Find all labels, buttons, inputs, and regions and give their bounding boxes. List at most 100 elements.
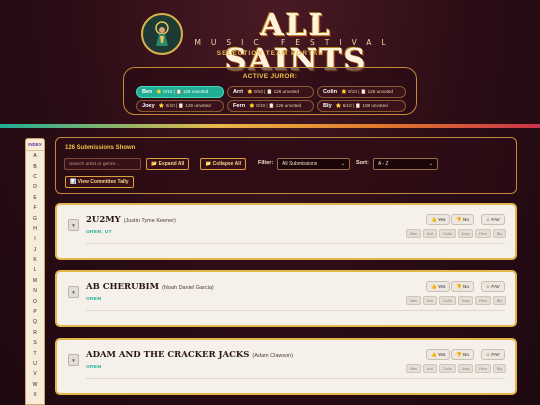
vote-yes-button[interactable]: 👍 Yes (426, 214, 451, 225)
juror-pill-bex[interactable]: Bex ⭐ 0/10 | 📋 126 unvoted (136, 86, 224, 98)
index-letter-r[interactable]: R (26, 328, 44, 338)
artist-name: (Noah Daniel Garcia) (162, 285, 214, 291)
juror-tag-fern: Fern (475, 296, 491, 305)
expand-all-button[interactable]: 📂 Expand All (146, 158, 190, 170)
index-letter-a[interactable]: A (26, 151, 44, 161)
index-letter-m[interactable]: M (26, 276, 44, 286)
index-letter-t[interactable]: T (26, 348, 44, 358)
vote-no-button[interactable]: 👎 No (451, 349, 474, 360)
juror-tag-fern: Fern (475, 364, 491, 373)
band-city: OREM (86, 365, 102, 370)
collapse-all-button[interactable]: 📁 Collapse All (200, 158, 247, 170)
band-name: ADAM AND THE CRACKER JACKS (Adam Clawson) (86, 350, 293, 360)
sort-value: A - Z (378, 161, 389, 167)
juror-stats: ⭐ 0/10 | 📋 126 unvoted (340, 89, 393, 94)
fav-button[interactable]: ☆ FAV (481, 214, 505, 225)
chevron-down-icon: ⌄ (340, 161, 345, 167)
index-letter-i[interactable]: I (26, 234, 44, 244)
juror-name: Bly (323, 103, 332, 109)
juror-name: Arri (233, 89, 243, 95)
alphabet-index: INDEX ABCDEFGHIJKLMNOPQRSTUVWX (25, 138, 45, 405)
index-letter-l[interactable]: L (26, 265, 44, 275)
index-letter-q[interactable]: Q (26, 317, 44, 327)
site-header: ALL SAINTS MUSIC FESTIVAL SELECTION TEAM… (0, 0, 540, 124)
vote-yes-button[interactable]: 👍 Yes (426, 349, 451, 360)
index-letter-list: ABCDEFGHIJKLMNOPQRSTUVWX (26, 151, 44, 400)
juror-pill-bly[interactable]: Bly ⭐ 5/10 | 📋 108 unvoted (317, 100, 406, 112)
index-letter-x[interactable]: X (26, 390, 44, 400)
vote-no-button[interactable]: 👎 No (451, 281, 474, 292)
juror-tag-colin: Colin (439, 229, 456, 238)
index-letter-o[interactable]: O (26, 296, 44, 306)
submission-card: ▼ AB CHERUBIM (Noah Daniel Garcia) OREM 👍… (55, 270, 517, 327)
juror-tag-bly: Bly (493, 364, 506, 373)
index-letter-v[interactable]: V (26, 369, 44, 379)
juror-name: Joey (142, 103, 155, 109)
submissions-count: 126 Submissions Shown (65, 145, 136, 151)
vote-no-button[interactable]: 👎 No (451, 214, 474, 225)
juror-name: Bex (142, 89, 153, 95)
index-letter-p[interactable]: P (26, 307, 44, 317)
juror-tag-bex: Bex (406, 296, 421, 305)
band-title: AB CHERUBIM (86, 282, 160, 292)
juror-tag-arri: Arri (423, 296, 437, 305)
index-letter-s[interactable]: S (26, 338, 44, 348)
expand-toggle[interactable]: ▼ (68, 286, 79, 298)
juror-tag-joey: Joey (458, 364, 473, 373)
index-letter-d[interactable]: D (26, 182, 44, 192)
index-letter-e[interactable]: E (26, 193, 44, 203)
juror-tag-bex: Bex (406, 364, 421, 373)
juror-tag-bly: Bly (493, 296, 506, 305)
index-letter-c[interactable]: C (26, 172, 44, 182)
chevron-down-icon: ⌄ (428, 161, 433, 167)
index-letter-g[interactable]: G (26, 213, 44, 223)
juror-pill-fern[interactable]: Fern ⭐ 0/10 | 📋 126 unvoted (227, 100, 314, 112)
juror-tag-bex: Bex (406, 229, 421, 238)
filter-select[interactable]: All Submissions ⌄ (277, 158, 350, 170)
index-letter-n[interactable]: N (26, 286, 44, 296)
submission-card: ▼ ADAM AND THE CRACKER JACKS (Adam Clawso… (55, 338, 517, 395)
fav-button[interactable]: ☆ FAV (481, 349, 505, 360)
band-title: ADAM AND THE CRACKER JACKS (86, 350, 250, 360)
artist-name: (Justin Tyme Keener) (123, 218, 176, 224)
juror-pill-arri[interactable]: Arri ⭐ 0/10 | 📋 126 unvoted (227, 86, 314, 98)
card-divider (86, 310, 505, 311)
portal-title: SELECTION TEAM PORTAL (216, 50, 324, 57)
expand-toggle[interactable]: ▼ (68, 219, 79, 231)
juror-tag-arri: Arri (423, 364, 437, 373)
card-divider (86, 243, 505, 244)
controls-panel: 126 Submissions Shown Search artist or g… (55, 137, 517, 194)
festival-subtitle: MUSIC FESTIVAL (194, 38, 396, 47)
band-title: 2U2MY (86, 215, 121, 225)
sort-select[interactable]: A - Z ⌄ (373, 158, 438, 170)
juror-stats: ⭐ 0/10 | 📋 126 unvoted (156, 89, 209, 94)
header-divider (0, 124, 540, 128)
index-letter-w[interactable]: W (26, 380, 44, 390)
search-input[interactable]: Search artist or genre... (64, 158, 141, 170)
card-divider (86, 378, 505, 379)
submission-card: ▼ 2U2MY (Justin Tyme Keener) OREM, UT 👍 Y… (55, 203, 517, 260)
index-letter-b[interactable]: B (26, 161, 44, 171)
juror-tag-fern: Fern (475, 229, 491, 238)
juror-pill-joey[interactable]: Joey ⭐ 0/10 | 📋 126 unvoted (136, 100, 224, 112)
index-letter-h[interactable]: H (26, 224, 44, 234)
index-title: INDEX (26, 139, 44, 151)
index-letter-f[interactable]: F (26, 203, 44, 213)
juror-tag-joey: Joey (458, 296, 473, 305)
vote-yes-button[interactable]: 👍 Yes (426, 281, 451, 292)
artist-name: (Adam Clawson) (252, 353, 294, 359)
index-letter-u[interactable]: U (26, 359, 44, 369)
juror-stats: ⭐ 0/10 | 📋 126 unvoted (246, 89, 299, 94)
index-letter-k[interactable]: K (26, 255, 44, 265)
saint-logo-icon (141, 13, 183, 55)
juror-pill-colin[interactable]: Colin ⭐ 0/10 | 📋 126 unvoted (317, 86, 406, 98)
index-letter-j[interactable]: J (26, 245, 44, 255)
filter-label: Filter: (258, 160, 274, 166)
fav-button[interactable]: ☆ FAV (481, 281, 505, 292)
committee-tally-button[interactable]: 📊 View Committee Tally (65, 176, 134, 188)
band-city: OREM, UT (86, 230, 112, 235)
expand-toggle[interactable]: ▼ (68, 354, 79, 366)
band-name: AB CHERUBIM (Noah Daniel Garcia) (86, 282, 214, 292)
juror-tag-colin: Colin (439, 364, 456, 373)
juror-stats: ⭐ 0/10 | 📋 126 unvoted (158, 103, 211, 108)
